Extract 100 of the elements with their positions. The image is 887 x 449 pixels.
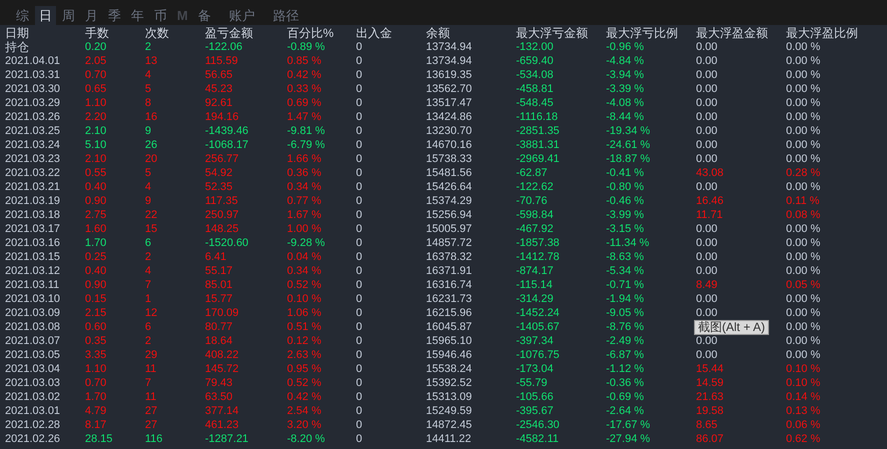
- table-cell-text: -4582.11: [516, 432, 560, 446]
- table-cell-text: 16: [145, 110, 158, 124]
- table-cell-text: 2021.03.30: [5, 82, 62, 96]
- tab[interactable]: 路径: [268, 6, 303, 25]
- table-cell-text: 0.11 %: [786, 194, 820, 208]
- table-cell-text: 0.05 %: [786, 278, 822, 292]
- table-cell-text: 45.23: [205, 82, 234, 96]
- table-cell-text: 2021.03.11: [5, 278, 60, 292]
- table-cell-text: 2021.03.29: [5, 96, 62, 110]
- table-cell-text: -534.08: [516, 68, 554, 82]
- table-cell-text: 0: [356, 68, 364, 82]
- table-cell-text: -397.34: [516, 334, 554, 348]
- table-cell-text: -2851.35: [516, 124, 560, 138]
- table-cell-text: 15374.29: [426, 194, 473, 208]
- column-header: 最大浮亏金额: [516, 26, 589, 40]
- table-cell-text: 16231.73: [426, 292, 473, 306]
- table-cell-text: 0: [356, 82, 364, 96]
- table-cell-text: -0.36 %: [606, 376, 645, 390]
- table-cell-text: 2021.03.15: [5, 250, 62, 264]
- column-header: 日期: [5, 26, 30, 40]
- table-cell-text: 0.00 %: [786, 110, 822, 124]
- table-cell-text: -2.64 %: [606, 404, 645, 418]
- table-cell-text: 0.00: [696, 334, 718, 348]
- table-cell-text: 2.15: [85, 306, 108, 320]
- tab[interactable]: 月: [81, 6, 102, 25]
- table-cell-text: 1.67 %: [287, 208, 322, 222]
- table-cell-text: 6: [145, 320, 152, 334]
- table-cell-text: 0.34 %: [287, 264, 322, 278]
- table-cell-text: 1.00 %: [287, 222, 322, 236]
- table-cell-text: 26: [145, 138, 158, 152]
- table-cell-text: 2021.03.12: [5, 264, 62, 278]
- table-cell-text: 0: [356, 54, 364, 68]
- table-cell-text: 0.52 %: [287, 278, 322, 292]
- table-cell-text: -18.87 %: [606, 152, 652, 166]
- table-cell-text: 2021.03.21: [5, 180, 62, 194]
- table-cell-text: 0.20: [85, 40, 108, 54]
- table-cell-text: 13: [145, 54, 158, 68]
- tab[interactable]: 币: [150, 6, 171, 25]
- table-cell-text: 16378.32: [426, 250, 473, 264]
- table-cell-text: 3.35: [85, 348, 108, 362]
- table-cell-text: 0.00: [696, 250, 718, 264]
- table-cell-text: 19.58: [696, 404, 725, 418]
- table-cell-text: 2021.03.18: [5, 208, 62, 222]
- table-cell-text: 14670.16: [426, 138, 473, 152]
- table-cell-text: 2: [145, 334, 152, 348]
- table-cell-text: -1520.60: [205, 236, 250, 250]
- tab[interactable]: 季: [104, 6, 125, 25]
- table-cell-text: 11: [145, 362, 158, 376]
- table-cell-text: 0.70: [85, 68, 108, 82]
- table-cell-text: -1412.78: [516, 250, 560, 264]
- table-cell-text: 148.25: [205, 222, 240, 236]
- tab[interactable]: 账户: [224, 6, 259, 25]
- table-cell-text: 54.92: [205, 166, 234, 180]
- table-cell-text: 0: [356, 180, 364, 194]
- table-cell-text: 13517.47: [426, 96, 473, 110]
- table-cell-text: 0: [356, 390, 364, 404]
- table-cell-text: 1.10: [85, 96, 108, 110]
- table-cell-text: 14411.22: [426, 432, 472, 446]
- table-cell-text: 27: [145, 404, 158, 418]
- table-cell-text: 8.49: [696, 278, 718, 292]
- table-cell-text: 2.63 %: [287, 348, 322, 362]
- tab[interactable]: 综: [12, 6, 33, 25]
- table-cell-text: 0: [356, 348, 364, 362]
- table-cell-text: 15538.24: [426, 362, 473, 376]
- column-header: 余额: [426, 26, 451, 40]
- tab[interactable]: 日: [35, 6, 56, 25]
- table-cell-text: 0.00: [696, 152, 718, 166]
- table-cell-text: 52.35: [205, 180, 234, 194]
- table-cell-text: 0.00: [696, 124, 718, 138]
- table-cell-text: -6.79 %: [287, 138, 326, 152]
- table-cell-text: 2.10: [85, 152, 108, 166]
- tab[interactable]: 备: [194, 6, 215, 25]
- table-cell-text: 2021.03.17: [5, 222, 62, 236]
- table-cell-text: 2.10: [85, 124, 108, 138]
- table-cell-text: 5: [145, 166, 152, 180]
- table-cell-text: 13734.94: [426, 54, 473, 68]
- table-cell-text: 持仓: [5, 40, 30, 54]
- table-cell-text: 0: [356, 320, 364, 334]
- tab[interactable]: 年: [127, 6, 148, 25]
- table-cell-text: 15481.56: [426, 166, 473, 180]
- table-cell-text: 16371.91: [426, 264, 473, 278]
- table-cell-text: 0.00 %: [786, 82, 822, 96]
- table-cell-text: 0.13 %: [786, 404, 822, 418]
- table-cell-text: 0.62 %: [786, 432, 822, 446]
- table-cell-text: 2021.03.07: [5, 334, 62, 348]
- column-header: 最大浮盈金额: [696, 26, 769, 40]
- table-cell-text: -3.15 %: [606, 222, 645, 236]
- table-cell-text: -173.04: [516, 362, 554, 376]
- table-cell-text: 0: [356, 376, 364, 390]
- table-cell-text: 461.23: [205, 418, 240, 432]
- tab[interactable]: 周: [58, 6, 79, 25]
- table-cell-text: 0.34 %: [287, 180, 322, 194]
- table-cell-text: 0.00: [696, 40, 718, 54]
- table-cell-text: 13424.86: [426, 110, 473, 124]
- table-cell-text: 0: [356, 236, 364, 250]
- table-cell-text: 0.60: [85, 320, 108, 334]
- table-cell-text: 8: [145, 96, 152, 110]
- table-cell-text: -1287.21: [205, 432, 250, 446]
- table-cell-text: 0: [356, 306, 364, 320]
- table-cell-text: -17.67 %: [606, 418, 652, 432]
